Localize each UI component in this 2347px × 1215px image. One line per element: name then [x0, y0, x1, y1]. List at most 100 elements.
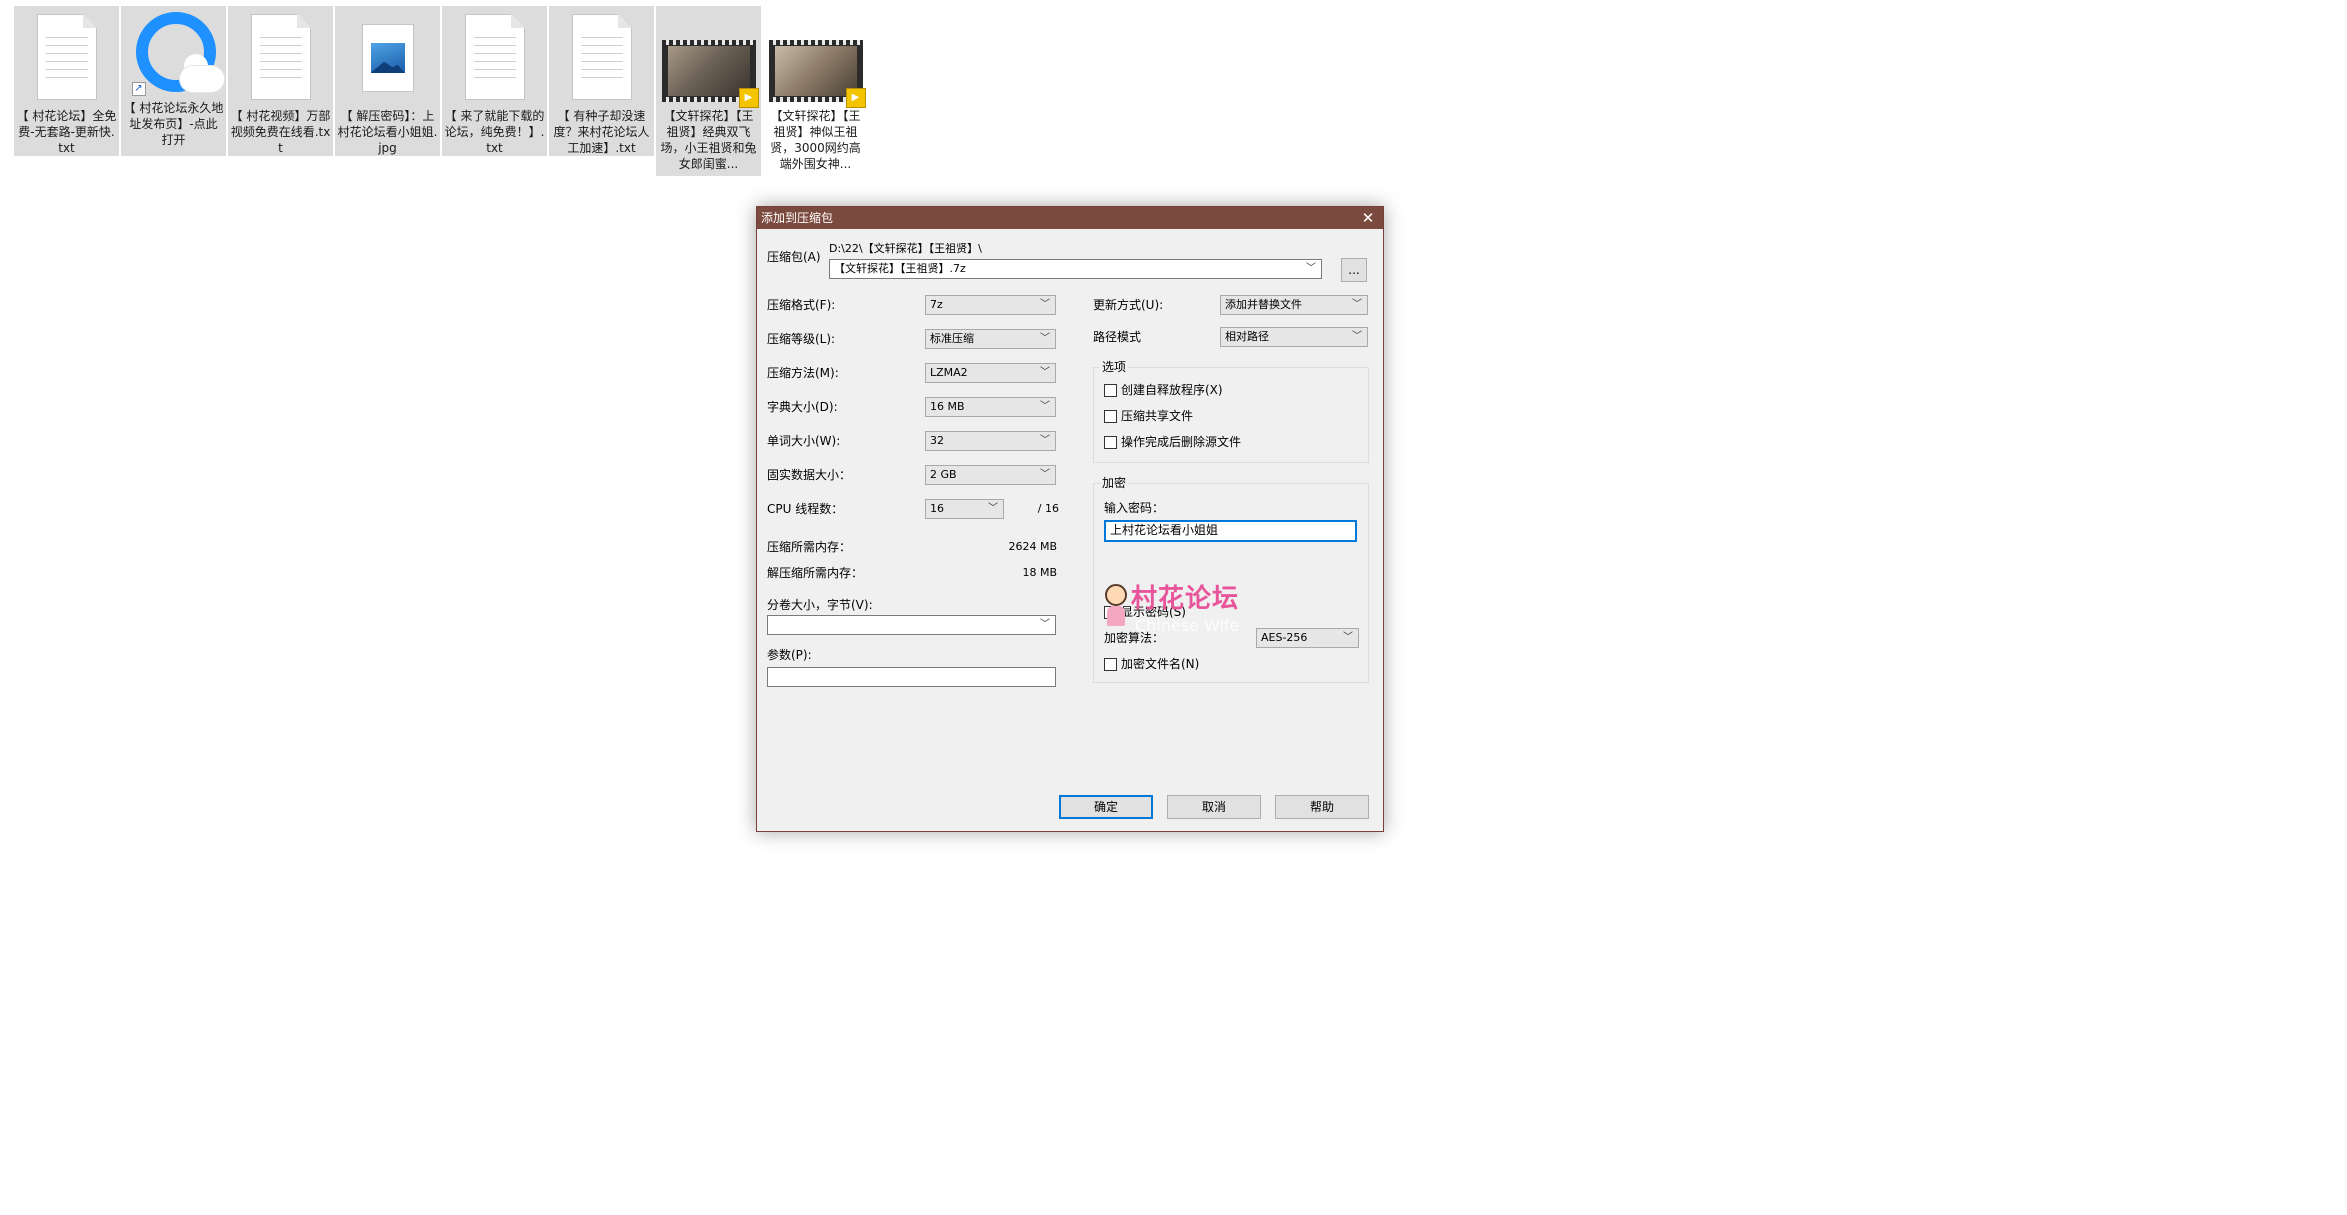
checkbox[interactable] [1104, 383, 1117, 397]
file-name: 【 村花视频】万部视频免费在线看.txt [230, 109, 331, 155]
file-name: 【 来了就能下载的论坛，纯免费！】.txt [444, 109, 545, 155]
shortcut-arrow-icon: ↗ [131, 82, 146, 96]
params-input[interactable] [767, 667, 1056, 687]
enc-method-label: 加密算法： [1104, 631, 1165, 645]
chevron-down-icon: ﹀ [1040, 299, 1050, 310]
archive-label: 压缩包(A) [767, 250, 821, 264]
file-item[interactable]: 【 村花论坛】全免费-无套路-更新快.txt [14, 6, 119, 156]
file-item[interactable]: ▶ 【文轩探花】【王祖贤】神似王祖贤，3000网约高端外围女神... [763, 6, 868, 176]
option-delete[interactable]: 操作完成后删除源文件 [1104, 434, 1241, 450]
browser-icon: ↗ [130, 6, 224, 96]
player-badge-icon: ▶ [738, 88, 759, 108]
dict-value: 16 MB [930, 400, 965, 413]
archive-path: D:\22\【文轩探花】【王祖贤】\ [829, 242, 982, 255]
file-item[interactable]: 【 解压密码】：上村花论坛看小姐姐.jpg [335, 6, 440, 156]
volume-label: 分卷大小，字节(V): [767, 598, 873, 612]
chevron-down-icon: ﹀ [1040, 435, 1050, 446]
dialog-titlebar[interactable]: 添加到压缩包 ✕ [757, 207, 1383, 229]
archive-name-combobox[interactable]: 【文轩探花】【王祖贤】.7z ﹀ [829, 259, 1322, 279]
solid-select[interactable]: 2 GB ﹀ [925, 465, 1056, 485]
file-item[interactable]: ↗ 【 村花论坛永久地址发布页】-点此打开 [121, 6, 226, 156]
encrypt-filenames-label: 加密文件名(N) [1121, 657, 1200, 671]
file-item[interactable]: 【 来了就能下载的论坛，纯免费！】.txt [442, 6, 547, 156]
enc-method-value: AES-256 [1261, 631, 1308, 644]
chevron-down-icon: ﹀ [1040, 367, 1050, 378]
option-shared[interactable]: 压缩共享文件 [1104, 408, 1193, 424]
chevron-down-icon: ﹀ [1040, 469, 1050, 480]
format-select[interactable]: 7z ﹀ [925, 295, 1056, 315]
chevron-down-icon: ﹀ [1352, 331, 1362, 342]
volume-combobox[interactable]: ﹀ [767, 615, 1056, 635]
cancel-button[interactable]: 取消 [1167, 795, 1261, 819]
chevron-down-icon: ﹀ [1343, 632, 1353, 643]
method-label: 压缩方法(M): [767, 366, 839, 380]
method-select[interactable]: LZMA2 ﹀ [925, 363, 1056, 383]
text-file-icon [248, 14, 314, 102]
mem-compress-value: 2624 MB [1008, 540, 1057, 553]
checkbox[interactable] [1104, 409, 1117, 423]
path-mode-select[interactable]: 相对路径 ﹀ [1220, 327, 1368, 347]
image-file-icon [355, 14, 421, 102]
file-name: 【文轩探花】【王祖贤】经典双飞场，小王祖贤和兔女郎闺蜜... [660, 109, 757, 171]
text-file-icon [569, 14, 635, 102]
mem-compress-label: 压缩所需内存： [767, 540, 852, 554]
close-icon[interactable]: ✕ [1353, 207, 1383, 229]
checkbox[interactable] [1104, 435, 1117, 449]
text-file-icon [34, 14, 100, 102]
word-select[interactable]: 32 ﹀ [925, 431, 1056, 451]
cpu-label: CPU 线程数： [767, 502, 844, 516]
word-label: 单词大小(W): [767, 434, 841, 448]
checkbox[interactable] [1104, 657, 1117, 671]
params-label: 参数(P): [767, 648, 812, 662]
format-label: 压缩格式(F): [767, 298, 836, 312]
file-item[interactable]: ▶ 【文轩探花】【王祖贤】经典双飞场，小王祖贤和兔女郎闺蜜... [656, 6, 761, 176]
option-shared-label: 压缩共享文件 [1121, 409, 1194, 423]
chevron-down-icon: ﹀ [988, 503, 998, 514]
chevron-down-icon: ﹀ [1352, 299, 1362, 310]
cpu-total: / 16 [1037, 502, 1059, 515]
show-password-label: 显示密码(S) [1121, 605, 1186, 619]
cpu-value: 16 [930, 502, 944, 515]
update-select[interactable]: 添加并替换文件 ﹀ [1220, 295, 1368, 315]
encryption-title: 加密 [1100, 475, 1129, 491]
dict-label: 字典大小(D): [767, 400, 838, 414]
chevron-down-icon: ﹀ [1040, 401, 1050, 412]
encrypt-filenames[interactable]: 加密文件名(N) [1104, 656, 1199, 672]
update-label: 更新方式(U): [1093, 298, 1164, 312]
file-name: 【 村花论坛永久地址发布页】-点此打开 [123, 101, 224, 147]
video-file-icon: ▶ [661, 40, 759, 108]
solid-value: 2 GB [930, 468, 957, 481]
file-name: 【 解压密码】：上村花论坛看小姐姐.jpg [337, 109, 438, 155]
help-button[interactable]: 帮助 [1275, 795, 1369, 819]
show-password[interactable]: 显示密码(S) [1104, 604, 1186, 620]
update-value: 添加并替换文件 [1225, 298, 1302, 311]
path-mode-label: 路径模式 [1093, 330, 1142, 344]
level-label: 压缩等级(L): [767, 332, 836, 346]
file-item[interactable]: 【 村花视频】万部视频免费在线看.txt [228, 6, 333, 156]
chevron-down-icon: ﹀ [1306, 263, 1316, 274]
ok-button[interactable]: 确定 [1059, 795, 1153, 819]
browse-button[interactable]: ... [1341, 258, 1367, 282]
option-sfx[interactable]: 创建自释放程序(X) [1104, 382, 1223, 398]
dict-select[interactable]: 16 MB ﹀ [925, 397, 1056, 417]
file-item[interactable]: 【 有种子却没速度？来村花论坛人工加速】.txt [549, 6, 654, 156]
player-badge-icon: ▶ [845, 88, 866, 108]
password-input[interactable]: 上村花论坛看小姐姐 [1104, 520, 1357, 542]
encryption-group: 加密 输入密码： 上村花论坛看小姐姐 显示密码(S) 加密算法： AES-256… [1093, 475, 1369, 683]
level-select[interactable]: 标准压缩 ﹀ [925, 329, 1056, 349]
solid-label: 固实数据大小： [767, 468, 852, 482]
path-mode-value: 相对路径 [1225, 330, 1269, 343]
password-label: 输入密码： [1104, 501, 1165, 515]
archive-name-value: 【文轩探花】【王祖贤】.7z [834, 262, 966, 275]
level-value: 标准压缩 [930, 332, 974, 345]
file-name: 【 村花论坛】全免费-无套路-更新快.txt [16, 109, 117, 155]
method-value: LZMA2 [930, 366, 968, 379]
options-group: 选项 创建自释放程序(X) 压缩共享文件 操作完成后删除源文件 [1093, 359, 1369, 463]
video-file-icon: ▶ [768, 40, 866, 108]
option-delete-label: 操作完成后删除源文件 [1121, 435, 1242, 449]
checkbox[interactable] [1104, 605, 1117, 619]
enc-method-select[interactable]: AES-256 ﹀ [1256, 628, 1359, 648]
cpu-select[interactable]: 16 ﹀ [925, 499, 1004, 519]
word-value: 32 [930, 434, 944, 447]
format-value: 7z [930, 298, 943, 311]
